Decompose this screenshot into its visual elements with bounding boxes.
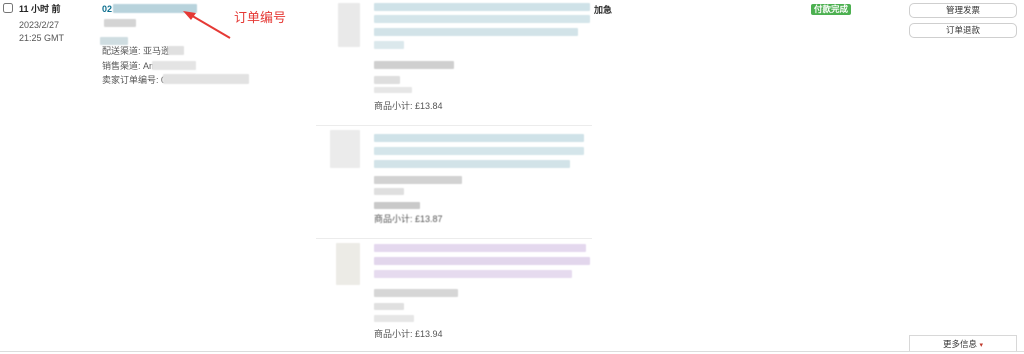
- status-badge: 付款完成: [811, 4, 852, 15]
- fulfillment-channel-redacted: [168, 46, 184, 55]
- product-sku-redacted: [374, 289, 458, 297]
- product-title-redacted: [374, 134, 584, 142]
- item-subtotal: 商品小计: £13.87: [374, 214, 443, 224]
- manage-invoice-button[interactable]: 管理发票: [909, 3, 1017, 18]
- item-divider: [316, 238, 592, 239]
- product-title-redacted: [374, 244, 586, 252]
- product-image: [338, 3, 360, 47]
- refund-order-button[interactable]: 订单退款: [909, 23, 1017, 38]
- product-image: [330, 130, 360, 168]
- product-sku-redacted: [374, 176, 462, 184]
- order-number-link[interactable]: 02: [102, 4, 112, 15]
- product-asin-redacted: [374, 76, 400, 84]
- product-title-redacted: [374, 41, 404, 49]
- product-title-redacted: [374, 257, 590, 265]
- seller-order-number: 卖家订单编号: 0: [102, 75, 167, 85]
- shipping-service: 加急: [594, 5, 613, 15]
- product-image: [336, 243, 360, 285]
- order-time: 21:25 GMT: [19, 33, 65, 43]
- item-subtotal: 商品小计: £13.94: [374, 329, 443, 339]
- item-subtotal: 商品小计: £13.84: [374, 101, 443, 111]
- product-sku-redacted: [374, 61, 454, 69]
- product-asin-redacted: [374, 303, 404, 310]
- buyer-name-redacted: [104, 19, 136, 27]
- product-asin-redacted: [374, 188, 404, 195]
- product-title-redacted: [374, 147, 584, 155]
- sales-channel: 销售渠道: Am: [102, 61, 157, 71]
- order-select-checkbox[interactable]: [3, 3, 13, 13]
- time-ago: 11 小时 前: [19, 4, 61, 14]
- product-title-redacted: [374, 15, 590, 23]
- product-title-redacted: [374, 3, 590, 11]
- product-qty-redacted: [374, 87, 412, 93]
- product-title-redacted: [374, 28, 578, 36]
- product-qty-redacted: [374, 315, 414, 322]
- buyer-detail-redacted: [100, 37, 128, 45]
- footer-divider: [0, 351, 1024, 352]
- fulfillment-channel: 配送渠道: 亚马逊: [102, 46, 171, 56]
- more-info-label: 更多信息: [943, 339, 978, 349]
- annotation-arrow: [183, 11, 231, 39]
- product-title-redacted: [374, 160, 570, 168]
- chevron-down-icon: ▾: [979, 342, 983, 349]
- more-info-button[interactable]: 更多信息 ▾: [909, 335, 1017, 351]
- annotation-label: 订单编号: [234, 10, 287, 25]
- sales-channel-redacted: [152, 61, 196, 70]
- order-date: 2023/2/27: [19, 20, 60, 30]
- item-divider: [316, 125, 592, 126]
- seller-order-redacted: [163, 74, 249, 84]
- product-qty-redacted: [374, 202, 420, 209]
- product-title-redacted: [374, 270, 572, 278]
